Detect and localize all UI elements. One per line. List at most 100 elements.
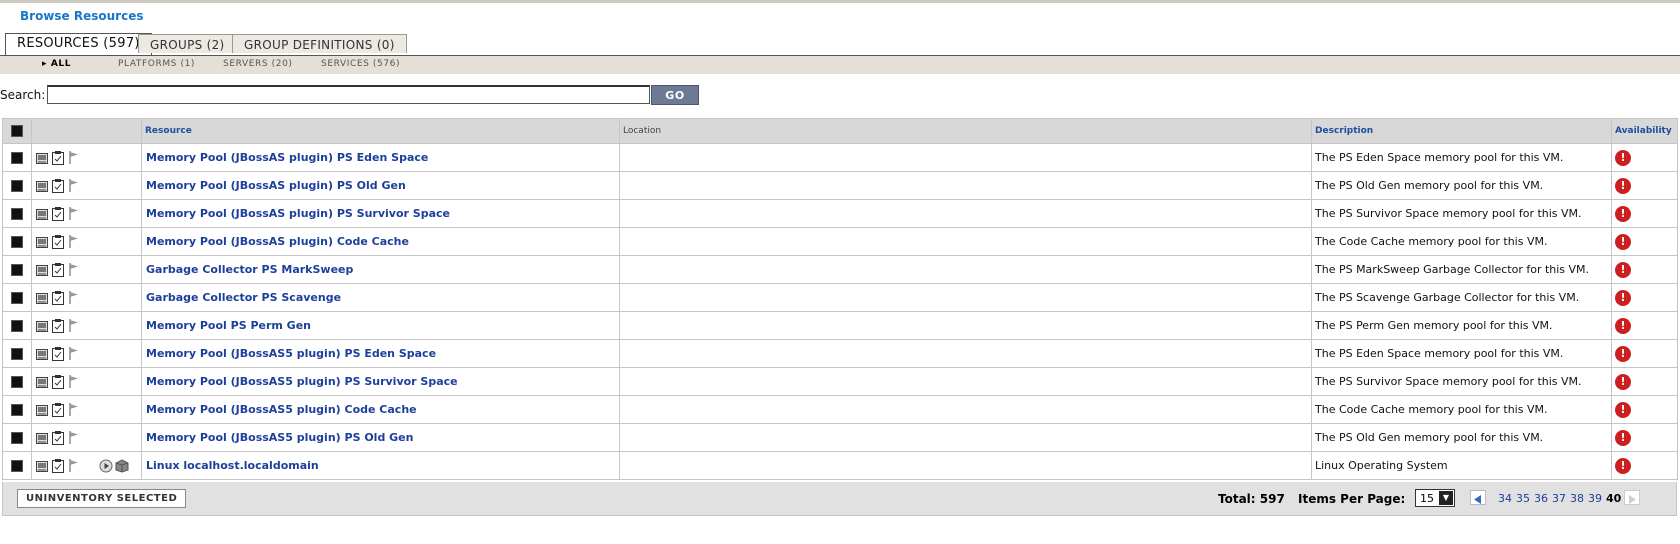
flag-icon[interactable]	[69, 290, 79, 304]
row-select-cell[interactable]	[2, 227, 32, 256]
monitor-icon[interactable]	[36, 404, 48, 416]
clipboard-icon[interactable]	[52, 290, 64, 305]
monitor-icon[interactable]	[36, 264, 48, 276]
flag-icon[interactable]	[69, 458, 79, 472]
row-select-cell[interactable]	[2, 283, 32, 312]
filter-services[interactable]: SERVICES (576)	[321, 59, 400, 69]
monitor-icon[interactable]	[36, 292, 48, 304]
page-link[interactable]: 36	[1534, 492, 1548, 505]
resource-link[interactable]: Memory Pool (JBossAS plugin) Code Cache	[142, 235, 409, 248]
row-select-cell[interactable]	[2, 171, 32, 200]
row-select-cell[interactable]	[2, 143, 32, 172]
flag-icon[interactable]	[69, 402, 79, 416]
page-link[interactable]: 37	[1552, 492, 1566, 505]
clipboard-icon[interactable]	[52, 178, 64, 193]
clipboard-icon[interactable]	[52, 318, 64, 333]
select-all-checkbox[interactable]	[11, 125, 23, 137]
select-all-header[interactable]	[2, 118, 32, 144]
flag-icon[interactable]	[69, 318, 79, 332]
flag-icon[interactable]	[69, 150, 79, 164]
page-link[interactable]: 40	[1606, 492, 1621, 505]
tab-groups[interactable]: GROUPS (2)	[138, 34, 237, 53]
row-select-cell[interactable]	[2, 339, 32, 368]
resource-link[interactable]: Memory Pool (JBossAS plugin) PS Old Gen	[142, 179, 406, 192]
column-resource[interactable]: Resource	[141, 118, 620, 144]
resource-link[interactable]: Garbage Collector PS Scavenge	[142, 291, 341, 304]
resource-link[interactable]: Memory Pool (JBossAS5 plugin) Code Cache	[142, 403, 417, 416]
resource-link[interactable]: Memory Pool (JBossAS plugin) PS Survivor…	[142, 207, 450, 220]
monitor-icon[interactable]	[36, 460, 48, 472]
row-checkbox[interactable]	[11, 292, 23, 304]
monitor-icon[interactable]	[36, 236, 48, 248]
row-checkbox[interactable]	[11, 460, 23, 472]
previous-page-button[interactable]	[1470, 490, 1486, 505]
resource-link[interactable]: Memory Pool PS Perm Gen	[142, 319, 311, 332]
play-icon[interactable]	[99, 459, 113, 473]
monitor-icon[interactable]	[36, 320, 48, 332]
package-icon[interactable]	[115, 458, 129, 473]
row-checkbox[interactable]	[11, 180, 23, 192]
column-description[interactable]: Description	[1311, 118, 1612, 144]
row-select-cell[interactable]	[2, 451, 32, 480]
monitor-icon[interactable]	[36, 432, 48, 444]
items-per-page-select[interactable]: 15 ▼	[1415, 489, 1455, 507]
flag-icon[interactable]	[69, 374, 79, 388]
resource-link[interactable]: Memory Pool (JBossAS5 plugin) PS Old Gen	[142, 431, 413, 444]
resource-link[interactable]: Linux localhost.localdomain	[142, 459, 319, 472]
chevron-down-icon[interactable]: ▼	[1439, 491, 1453, 505]
page-link[interactable]: 34	[1498, 492, 1512, 505]
row-select-cell[interactable]	[2, 255, 32, 284]
row-checkbox[interactable]	[11, 348, 23, 360]
tab-group-definitions[interactable]: GROUP DEFINITIONS (0)	[232, 34, 407, 53]
filter-platforms[interactable]: PLATFORMS (1)	[118, 59, 195, 69]
row-checkbox[interactable]	[11, 152, 23, 164]
clipboard-icon[interactable]	[52, 402, 64, 417]
row-checkbox[interactable]	[11, 208, 23, 220]
row-select-cell[interactable]	[2, 423, 32, 452]
clipboard-icon[interactable]	[52, 262, 64, 277]
page-link[interactable]: 39	[1588, 492, 1602, 505]
breadcrumb[interactable]: Browse Resources	[20, 9, 143, 23]
resource-link[interactable]: Memory Pool (JBossAS plugin) PS Eden Spa…	[142, 151, 428, 164]
flag-icon[interactable]	[69, 178, 79, 192]
row-checkbox[interactable]	[11, 404, 23, 416]
row-checkbox[interactable]	[11, 432, 23, 444]
next-page-button[interactable]	[1624, 490, 1640, 505]
row-select-cell[interactable]	[2, 311, 32, 340]
row-checkbox[interactable]	[11, 236, 23, 248]
clipboard-icon[interactable]	[52, 430, 64, 445]
flag-icon[interactable]	[69, 430, 79, 444]
flag-icon[interactable]	[69, 346, 79, 360]
filter-servers[interactable]: SERVERS (20)	[223, 59, 293, 69]
row-checkbox[interactable]	[11, 320, 23, 332]
clipboard-icon[interactable]	[52, 374, 64, 389]
row-select-cell[interactable]	[2, 367, 32, 396]
page-link[interactable]: 38	[1570, 492, 1584, 505]
page-link[interactable]: 35	[1516, 492, 1530, 505]
filter-all[interactable]: ▸ ALL	[42, 59, 71, 69]
row-select-cell[interactable]	[2, 199, 32, 228]
column-availability[interactable]: Availability	[1611, 118, 1678, 144]
monitor-icon[interactable]	[36, 348, 48, 360]
uninventory-selected-button[interactable]: UNINVENTORY SELECTED	[17, 489, 187, 508]
monitor-icon[interactable]	[36, 152, 48, 164]
clipboard-icon[interactable]	[52, 206, 64, 221]
monitor-icon[interactable]	[36, 180, 48, 192]
flag-icon[interactable]	[69, 234, 79, 248]
go-button[interactable]: GO	[651, 85, 699, 105]
flag-icon[interactable]	[69, 206, 79, 220]
clipboard-icon[interactable]	[52, 458, 64, 473]
flag-icon[interactable]	[69, 262, 79, 276]
search-input[interactable]	[47, 85, 650, 104]
monitor-icon[interactable]	[36, 208, 48, 220]
resource-link[interactable]: Garbage Collector PS MarkSweep	[142, 263, 353, 276]
resource-link[interactable]: Memory Pool (JBossAS5 plugin) PS Survivo…	[142, 375, 458, 388]
row-checkbox[interactable]	[11, 264, 23, 276]
tab-resources[interactable]: RESOURCES (597)	[5, 33, 152, 55]
clipboard-icon[interactable]	[52, 150, 64, 165]
clipboard-icon[interactable]	[52, 234, 64, 249]
clipboard-icon[interactable]	[52, 346, 64, 361]
resource-link[interactable]: Memory Pool (JBossAS5 plugin) PS Eden Sp…	[142, 347, 436, 360]
row-select-cell[interactable]	[2, 395, 32, 424]
row-checkbox[interactable]	[11, 376, 23, 388]
